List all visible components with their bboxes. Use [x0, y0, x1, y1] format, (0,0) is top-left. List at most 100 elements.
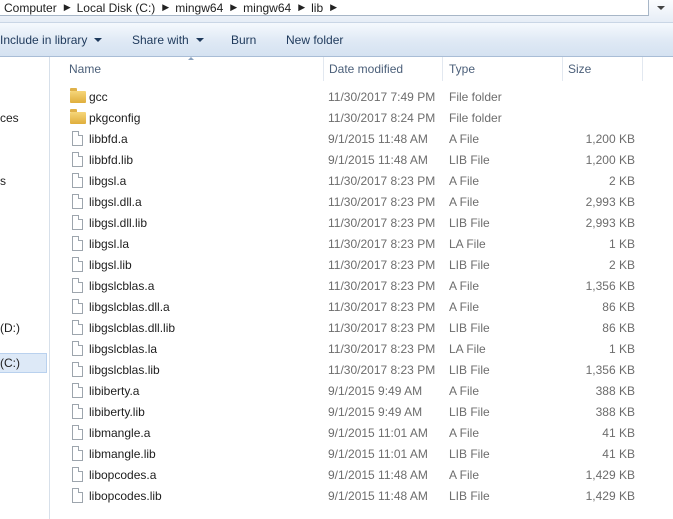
file-size: 86 KB [602, 300, 635, 314]
breadcrumb-label: mingw64 [243, 0, 292, 15]
table-row[interactable]: libgsl.a 11/30/2017 8:23 PM A File 2 KB [50, 171, 673, 192]
table-row[interactable]: libopcodes.a 9/1/2015 11:48 AM A File 1,429… [50, 465, 673, 486]
file-size: 1,356 KB [585, 363, 635, 377]
breadcrumb-arrow-icon[interactable]: ▶ [162, 2, 169, 13]
file-size: 1 KB [608, 237, 635, 251]
table-row[interactable]: libgsl.dll.lib 11/30/2017 8:23 PM LIB File… [50, 213, 673, 234]
file-name: libgslcblas.dll.a [89, 300, 170, 314]
file-size [570, 108, 635, 129]
file-type: File folder [449, 111, 502, 125]
file-name: libgsl.dll.a [89, 195, 142, 209]
nav-item-libraries[interactable]: ces [0, 111, 19, 125]
burn-button[interactable]: Burn [231, 32, 256, 48]
table-row[interactable]: libgsl.dll.a 11/30/2017 8:23 PM A File 2,99… [50, 192, 673, 213]
table-row[interactable]: pkgconfig 11/30/2017 8:24 PM File folder [50, 108, 673, 129]
breadcrumb-arrow-icon[interactable]: ▶ [298, 2, 305, 13]
file-size: 1,200 KB [585, 153, 635, 167]
breadcrumb-label: mingw64 [175, 0, 224, 15]
file-name: libopcodes.lib [89, 489, 162, 503]
table-row[interactable]: libopcodes.lib 9/1/2015 11:48 AM LIB File 1… [50, 486, 673, 507]
column-header-size[interactable]: Size [562, 57, 642, 81]
breadcrumb-lib[interactable]: lib ▶ [311, 1, 343, 15]
chevron-down-icon [94, 38, 103, 42]
file-icon [72, 236, 83, 251]
table-row[interactable]: libgslcblas.lib 11/30/2017 8:23 PM LIB Fil… [50, 360, 673, 381]
table-row[interactable]: libbfd.a 9/1/2015 11:48 AM A File 1,200 KB [50, 129, 673, 150]
share-with-label: Share with [132, 33, 189, 47]
table-row[interactable]: libbfd.lib 9/1/2015 11:48 AM LIB File 1,200… [50, 150, 673, 171]
nav-item-drive-d[interactable]: (D:) [0, 321, 20, 335]
file-size: 86 KB [602, 321, 635, 335]
breadcrumb[interactable]: Computer ▶ Local Disk (C:) ▶ mingw64 ▶ ming… [0, 0, 649, 16]
file-date-modified: 9/1/2015 11:01 AM [328, 426, 428, 440]
file-size: 388 KB [595, 384, 635, 398]
table-row[interactable]: libmangle.a 9/1/2015 11:01 AM A File 41 KB [50, 423, 673, 444]
file-date-modified: 9/1/2015 9:49 AM [328, 384, 423, 398]
chevron-down-icon [195, 38, 204, 42]
file-list: Name Date modified Type Size gcc 11/30/20… [50, 57, 673, 519]
breadcrumb-label: Computer [4, 0, 57, 15]
table-row[interactable]: libiberty.a 9/1/2015 9:49 AM A File 388 KB [50, 381, 673, 402]
table-row[interactable]: libgsl.lib 11/30/2017 8:23 PM LIB File 2 KB [50, 255, 673, 276]
breadcrumb-local-disk[interactable]: Local Disk (C:) ▶ [77, 1, 176, 15]
breadcrumb-arrow-icon[interactable]: ▶ [330, 2, 337, 13]
file-size: 1,429 KB [585, 468, 635, 482]
file-type: LIB File [449, 447, 490, 461]
nav-item-label: (D:) [0, 321, 20, 335]
breadcrumb-computer[interactable]: Computer ▶ [4, 1, 77, 15]
file-icon [72, 341, 83, 356]
file-date-modified: 11/30/2017 8:23 PM [328, 321, 436, 335]
file-size: 1,429 KB [585, 489, 635, 503]
file-type: LA File [449, 342, 486, 356]
file-name: libopcodes.a [89, 468, 157, 482]
file-name: libgsl.a [89, 174, 127, 188]
file-size: 2,993 KB [585, 216, 635, 230]
column-header-label: Name [69, 62, 102, 76]
file-size [570, 87, 635, 108]
table-row[interactable]: libgsl.la 11/30/2017 8:23 PM LA File 1 KB [50, 234, 673, 255]
nav-item-homegroup[interactable]: s [0, 174, 6, 188]
share-with-button[interactable]: Share with [132, 32, 204, 48]
table-row[interactable]: libgslcblas.dll.lib 11/30/2017 8:23 PM LIB… [50, 318, 673, 339]
nav-item-local-disk-c[interactable]: (C:) [0, 353, 47, 373]
table-row[interactable]: libmangle.lib 9/1/2015 11:01 AM LIB File 41… [50, 444, 673, 465]
command-bar: Include in library Share with Burn New f… [0, 23, 673, 57]
file-icon [72, 404, 83, 419]
file-name: libgsl.lib [89, 258, 132, 272]
file-icon [72, 299, 83, 314]
file-type: A File [449, 174, 480, 188]
file-date-modified: 9/1/2015 11:48 AM [328, 132, 428, 146]
column-header-label: Date modified [329, 62, 404, 76]
file-date-modified: 11/30/2017 8:24 PM [328, 111, 436, 125]
file-type: A File [449, 132, 480, 146]
file-size: 388 KB [595, 405, 635, 419]
table-row[interactable]: libgslcblas.la 11/30/2017 8:23 PM LA File 1… [50, 339, 673, 360]
address-history-button[interactable] [649, 0, 673, 16]
file-type: File folder [449, 90, 502, 104]
new-folder-label: New folder [286, 33, 344, 47]
table-row[interactable]: libgslcblas.dll.a 11/30/2017 8:23 PM A Fil… [50, 297, 673, 318]
nav-item-label: ces [0, 111, 19, 125]
table-row[interactable]: libgslcblas.a 11/30/2017 8:23 PM A File 1,3… [50, 276, 673, 297]
table-row[interactable]: gcc 11/30/2017 7:49 PM File folder [50, 87, 673, 108]
new-folder-button[interactable]: New folder [286, 32, 343, 48]
file-type: LIB File [449, 258, 490, 272]
include-in-library-label: Include in library [0, 33, 88, 47]
breadcrumb-arrow-icon[interactable]: ▶ [64, 2, 71, 13]
file-date-modified: 11/30/2017 8:23 PM [328, 174, 436, 188]
file-date-modified: 9/1/2015 11:48 AM [328, 468, 428, 482]
file-size: 1 KB [608, 342, 635, 356]
breadcrumb-mingw64-sub[interactable]: mingw64 ▶ [243, 1, 311, 15]
column-header-name[interactable]: Name [63, 57, 324, 81]
breadcrumb-arrow-icon[interactable]: ▶ [230, 2, 237, 13]
file-date-modified: 11/30/2017 8:23 PM [328, 279, 436, 293]
burn-label: Burn [231, 33, 257, 47]
breadcrumb-mingw64[interactable]: mingw64 ▶ [175, 1, 243, 15]
column-header-date[interactable]: Date modified [323, 57, 442, 81]
table-row[interactable]: libiberty.lib 9/1/2015 9:49 AM LIB File 388… [50, 402, 673, 423]
column-divider[interactable] [642, 57, 643, 81]
file-type: LIB File [449, 321, 490, 335]
column-header-type[interactable]: Type [443, 57, 562, 81]
include-in-library-button[interactable]: Include in library [0, 32, 103, 48]
file-date-modified: 11/30/2017 8:23 PM [328, 195, 436, 209]
